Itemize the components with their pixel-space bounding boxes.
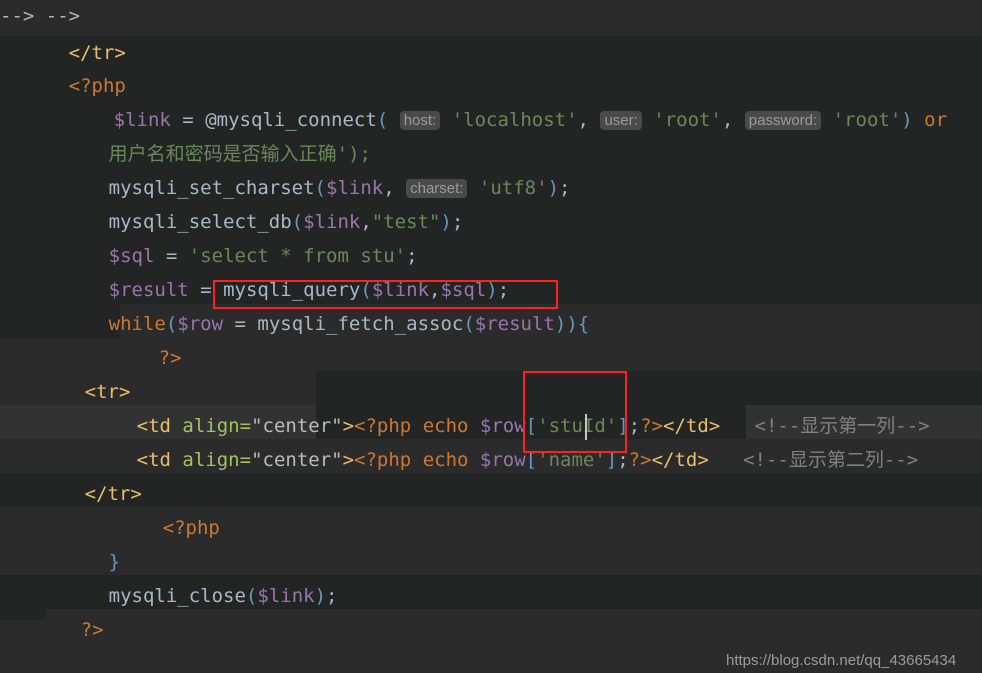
code-line[interactable]: $link = @mysqli_connect( host: 'localhos…: [0, 70, 982, 131]
code-line[interactable]: <td align="center"><?php echo $row['name…: [0, 410, 982, 471]
code-line[interactable]: $result = mysqli_query($link,$sql);: [0, 240, 982, 301]
code-line[interactable]: $sql = 'select * from stu';: [0, 206, 982, 267]
code-line[interactable]: mysqli_select_db($link,"test");: [0, 172, 982, 233]
code-line[interactable]: ?>: [0, 580, 982, 641]
code-line[interactable]: 用户名和密码是否输入正确');: [0, 104, 982, 165]
php-close-token: ?>: [80, 618, 104, 641]
watermark-url: https://blog.csdn.net/qq_43665434: [726, 652, 957, 669]
code-line[interactable]: </tr>: [0, 3, 982, 64]
code-line[interactable]: }: [0, 512, 982, 573]
code-line[interactable]: <tr>: [0, 342, 982, 403]
code-line[interactable]: <?php: [0, 478, 982, 539]
code-line[interactable]: <?php: [0, 36, 982, 97]
code-line[interactable]: mysqli_set_charset($link, charset: 'utf8…: [0, 138, 982, 199]
code-line[interactable]: ?>: [0, 308, 982, 369]
text-caret: [585, 414, 587, 440]
code-line[interactable]: <td align="center"><?php echo $row['stuI…: [0, 376, 982, 437]
code-line[interactable]: mysqli_close($link);: [0, 546, 982, 607]
code-line[interactable]: </tr>: [0, 444, 982, 505]
code-line[interactable]: while($row = mysqli_fetch_assoc($result)…: [0, 274, 982, 335]
code-editor-pane[interactable]: </tr> <?php $link = @mysqli_connect( hos…: [0, 0, 982, 673]
